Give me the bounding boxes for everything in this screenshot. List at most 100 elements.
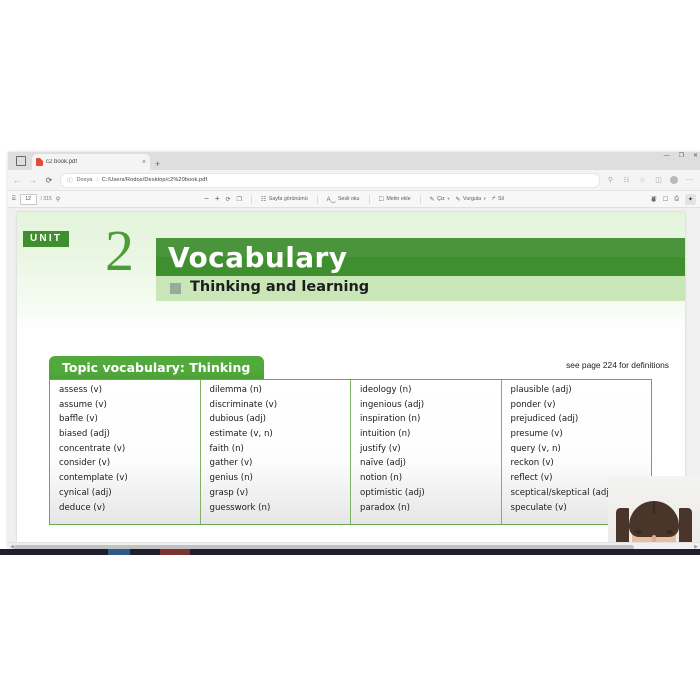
window-controls: — ❐ ✕: [664, 153, 698, 159]
eye-right: [666, 530, 673, 534]
vocabulary-word: prejudiced (adj): [510, 414, 579, 425]
highlight-button[interactable]: ✎ Vurgula ▾: [456, 196, 486, 203]
vocabulary-word: consider (v): [59, 458, 111, 469]
browser-tab-c2-book[interactable]: c2 book.pdf ×: [32, 154, 150, 170]
vocabulary-word: grasp (v): [209, 487, 249, 498]
vocabulary-word: contemplate (v): [59, 473, 128, 484]
taskbar-strip: [0, 549, 700, 555]
browser-tab-title: c2 book.pdf: [46, 159, 78, 165]
tab-actions-icon[interactable]: [12, 154, 30, 168]
presenter-video-overlay: [608, 476, 700, 549]
url-scheme-label: Dosya: [76, 177, 93, 183]
read-aloud-button[interactable]: A‿ Sesli oku: [327, 196, 360, 203]
divider: [368, 194, 370, 204]
browser-toolbar-icons: ⚲ ☷ ☆ ◫ ⋯: [606, 176, 696, 185]
vocabulary-word: dubious (adj): [209, 414, 266, 425]
back-icon[interactable]: ←: [12, 176, 22, 185]
collections-icon[interactable]: ☷: [622, 176, 631, 185]
vocabulary-word: baffle (v): [59, 414, 98, 425]
erase-label: Sil: [497, 196, 504, 202]
unit-badge: UNIT: [23, 231, 70, 247]
close-icon[interactable]: ×: [142, 159, 146, 166]
rotate-icon[interactable]: ⟳: [225, 196, 230, 203]
vocabulary-word: genius (n): [209, 473, 253, 484]
page-view-button[interactable]: ☷ Sayfa görünümü: [261, 196, 308, 203]
draw-label: Çiz: [437, 196, 445, 202]
eraser-icon: ⌿: [491, 195, 496, 202]
url-input[interactable]: ⓘ Dosya | C:/Users/Rodos/Desktop/c2%20bo…: [60, 172, 600, 188]
horizontal-scrollbar[interactable]: ◀ ▶: [8, 542, 700, 549]
minimize-button[interactable]: —: [664, 153, 670, 159]
vocabulary-word: inspiration (n): [360, 414, 421, 425]
save-icon[interactable]: ☐: [663, 196, 668, 203]
vocabulary-column-2: dilemma (n) discriminate (v) dubious (ad…: [201, 380, 351, 524]
vocabulary-word: optimistic (adj): [360, 487, 425, 498]
page-view-icon: ☷: [260, 196, 267, 203]
vocabulary-word: ingenious (adj): [360, 399, 425, 410]
vocabulary-word: paradox (n): [360, 502, 410, 513]
reload-icon[interactable]: ⟳: [44, 176, 54, 185]
add-text-icon: ☐: [378, 196, 384, 203]
pdf-toolbar: ⌸ 12 / 315 ⚲ − + ⟳ ❐ ☷ Sayfa görünümü A‿…: [8, 191, 700, 208]
vocabulary-word: cynical (adj): [59, 487, 112, 498]
vocabulary-word: faith (n): [209, 443, 244, 454]
vocabulary-word: query (v, n): [510, 443, 561, 454]
add-text-button[interactable]: ☐ Metin ekle: [379, 196, 411, 203]
vocabulary-word: justify (v): [360, 443, 401, 454]
forward-icon[interactable]: →: [28, 176, 38, 185]
vocabulary-word: assess (v): [59, 385, 102, 395]
profile-avatar[interactable]: [670, 176, 678, 184]
vocabulary-word: intuition (n): [360, 429, 411, 440]
split-screen-icon[interactable]: ◫: [654, 176, 663, 185]
read-aloud-icon: A‿: [326, 196, 336, 203]
draw-button[interactable]: ✎ Çiz ▾: [430, 196, 450, 203]
info-icon: ⓘ: [67, 178, 73, 184]
address-bar: ← → ⟳ ⓘ Dosya | C:/Users/Rodos/Desktop/c…: [8, 170, 700, 191]
pdf-file-icon: [36, 158, 43, 166]
divider: [250, 194, 252, 204]
hair-part: [653, 502, 655, 514]
url-separator: |: [96, 177, 98, 183]
chevron-down-icon[interactable]: ▾: [447, 196, 449, 202]
more-options-icon[interactable]: ⋯: [685, 176, 694, 185]
page-view-label: Sayfa görünümü: [268, 196, 308, 202]
page-subtitle: Thinking and learning: [190, 279, 370, 295]
divider: [316, 194, 318, 204]
strip-accent-red: [160, 549, 190, 555]
pdf-page-controls: ⌸ 12 / 315 ⚲: [12, 193, 60, 205]
vocabulary-word: reckon (v): [510, 458, 554, 469]
search-icon[interactable]: ⚲: [606, 176, 615, 185]
zoom-out-button[interactable]: −: [204, 195, 209, 203]
zoom-in-button[interactable]: +: [215, 195, 220, 203]
print-icon[interactable]: ⎙: [674, 196, 679, 203]
subtitle-band: Thinking and learning: [156, 276, 685, 301]
close-window-button[interactable]: ✕: [693, 153, 698, 159]
select-tool-icon[interactable]: ✦: [685, 193, 696, 205]
vocabulary-word: estimate (v, n): [209, 429, 273, 440]
browser-window: c2 book.pdf × + — ❐ ✕ ← → ⟳ ⓘ Dosya | C:…: [8, 152, 700, 549]
new-tab-button[interactable]: +: [155, 160, 160, 169]
maximize-button[interactable]: ❐: [679, 153, 684, 159]
vocabulary-column-1: assess (v) assume (v) baffle (v) biased …: [50, 380, 201, 524]
draw-pen-icon: ✎: [429, 196, 435, 203]
search-icon[interactable]: ⚲: [56, 196, 60, 203]
vocabulary-word: dilemma (n): [209, 385, 262, 395]
vocabulary-word: concentrate (v): [59, 443, 126, 454]
desktop-background: c2 book.pdf × + — ❐ ✕ ← → ⟳ ⓘ Dosya | C:…: [0, 0, 700, 700]
pdf-viewer[interactable]: UNIT 2 Vocabulary Thinking and learning …: [8, 208, 700, 549]
erase-button[interactable]: ⌿ Sil: [492, 196, 504, 203]
thumbnails-icon[interactable]: ⌸: [12, 196, 16, 203]
pdf-page: UNIT 2 Vocabulary Thinking and learning …: [17, 212, 685, 542]
fit-page-icon[interactable]: ❐: [237, 196, 242, 203]
comment-icon[interactable]: ⛇: [651, 194, 657, 204]
favorite-icon[interactable]: ☆: [638, 176, 647, 185]
highlight-label: Vurgula: [463, 196, 482, 202]
vocabulary-column-3: ideology (n) ingenious (adj) inspiration…: [351, 380, 502, 524]
pdf-toolbar-center: − + ⟳ ❐ ☷ Sayfa görünümü A‿ Sesli oku ☐ …: [8, 194, 700, 204]
vocabulary-word: biased (adj): [59, 429, 110, 440]
highlighter-icon: ✎: [455, 196, 461, 203]
eye-left: [635, 530, 642, 534]
vocabulary-word: discriminate (v): [209, 399, 278, 410]
chevron-down-icon[interactable]: ▾: [484, 196, 486, 202]
page-number-input[interactable]: 12: [19, 193, 37, 205]
